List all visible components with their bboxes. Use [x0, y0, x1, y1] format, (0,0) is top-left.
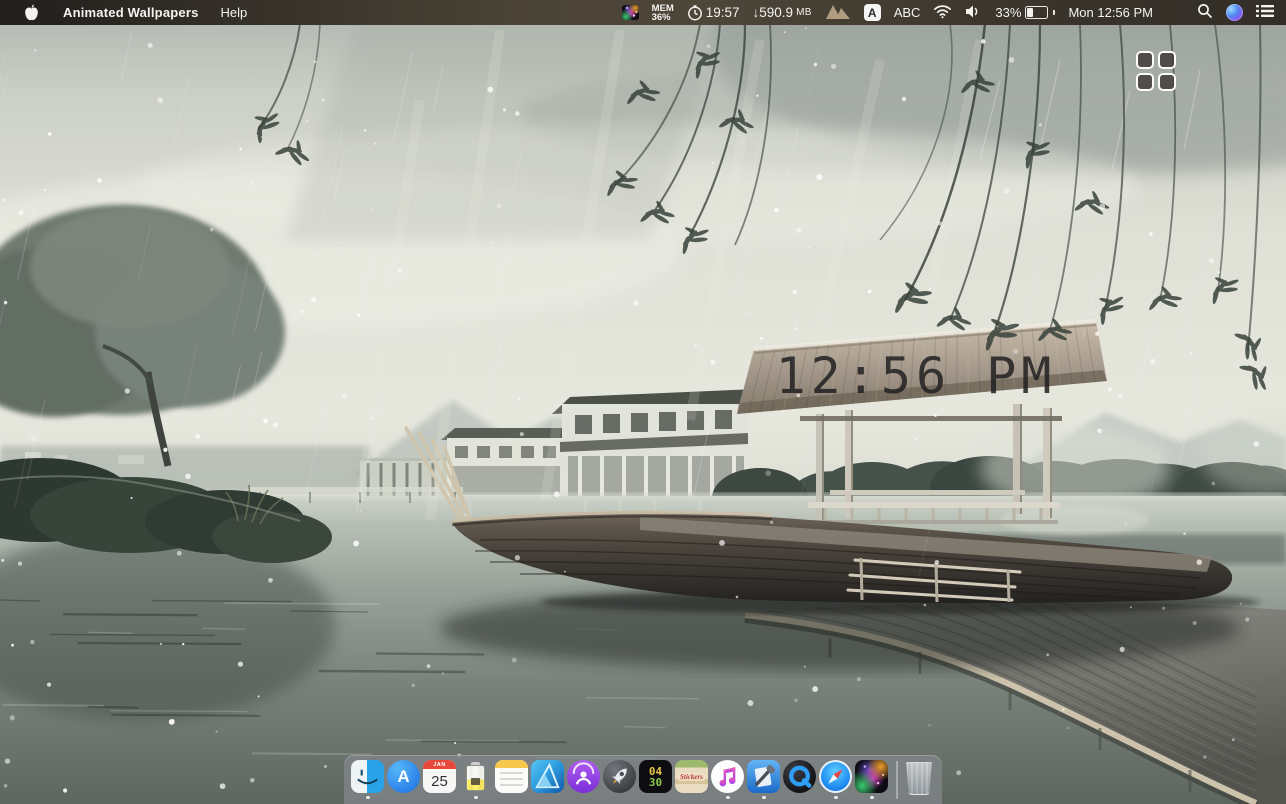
- network-value: ↓590.9: [753, 5, 794, 20]
- dock-finder[interactable]: [351, 760, 385, 800]
- menubar-app-name[interactable]: Animated Wallpapers: [63, 5, 199, 20]
- dock-quicktime[interactable]: [783, 760, 817, 800]
- dock-animated-wallpapers[interactable]: [855, 760, 889, 800]
- notification-list-icon[interactable]: [1256, 4, 1274, 21]
- dock-podcasts[interactable]: [567, 760, 601, 800]
- dock-app-store[interactable]: A: [387, 760, 421, 800]
- calendar-month: JAN: [423, 760, 456, 769]
- mem-value: 36%: [652, 13, 671, 22]
- wallpaper-lake-scene: 12:56 PM: [0, 0, 1286, 804]
- dock-calendar[interactable]: JAN 25: [423, 760, 457, 800]
- dock-itunes[interactable]: [711, 760, 745, 800]
- dock-date-countdown[interactable]: 04 30: [639, 760, 673, 800]
- wallpaper-clock: 12:56 PM: [776, 347, 1057, 405]
- animated-wallpapers-status-icon[interactable]: [622, 5, 639, 20]
- dock-trash[interactable]: [905, 760, 939, 800]
- siri-icon[interactable]: [1226, 4, 1243, 21]
- dock-affinity-designer[interactable]: [531, 760, 565, 800]
- input-source-badge[interactable]: A: [864, 4, 881, 21]
- menu-help[interactable]: Help: [221, 5, 248, 20]
- dock-xcode[interactable]: [747, 760, 781, 800]
- rocket-icon: [603, 760, 636, 793]
- finder-face-icon: [351, 760, 384, 793]
- dock-safari[interactable]: [819, 760, 853, 800]
- clock-icon: [687, 5, 703, 21]
- grid-cell: [1158, 51, 1176, 69]
- uptime-value: 19:57: [706, 5, 740, 20]
- volume-icon[interactable]: [965, 4, 982, 22]
- dock-notes[interactable]: [495, 760, 529, 800]
- running-indicator: [366, 796, 370, 800]
- network-unit: MB: [796, 7, 812, 18]
- wifi-icon[interactable]: [933, 4, 952, 22]
- quicktime-q-icon: [783, 760, 816, 793]
- apple-menu-icon[interactable]: [24, 4, 39, 21]
- dock-separator: [896, 761, 898, 799]
- dock-battery-utility[interactable]: [459, 760, 493, 800]
- trash-icon: [905, 762, 933, 795]
- uptime-status[interactable]: 19:57: [687, 5, 740, 21]
- running-indicator: [834, 796, 838, 800]
- date-app-top: 04: [649, 766, 662, 777]
- running-indicator: [762, 796, 766, 800]
- grid-cell: [1136, 51, 1154, 69]
- app-grid-widget[interactable]: [1136, 51, 1182, 95]
- battery-percent: 33%: [995, 5, 1021, 20]
- grid-cell: [1136, 73, 1154, 91]
- running-indicator: [474, 796, 478, 800]
- notes-icon: [495, 760, 528, 793]
- menubar-clock[interactable]: Mon 12:56 PM: [1068, 5, 1153, 20]
- desktop-screen: 12:56 PM: [0, 0, 1286, 804]
- battery-icon: [1025, 6, 1048, 19]
- running-indicator: [726, 796, 730, 800]
- app-store-letter: A: [397, 767, 409, 787]
- memory-status[interactable]: MEM 36%: [652, 4, 674, 22]
- input-source-name[interactable]: ABC: [894, 5, 921, 20]
- calendar-day: 25: [423, 769, 456, 793]
- safari-compass-icon: [821, 762, 850, 791]
- stickers-label: Stickers: [678, 773, 705, 781]
- podcasts-icon: [567, 760, 600, 793]
- xcode-icon: [747, 760, 780, 793]
- menu-bar: Animated Wallpapers Help MEM 36% 19:57 ↓…: [0, 0, 1286, 25]
- dock-stickers[interactable]: Stickers: [675, 760, 709, 800]
- music-note-icon: [711, 760, 744, 793]
- network-status[interactable]: ↓590.9 MB: [753, 5, 812, 20]
- mountain-status-icon[interactable]: [825, 3, 851, 22]
- battery-status[interactable]: 33%: [995, 5, 1055, 20]
- running-indicator: [870, 796, 874, 800]
- spotlight-icon[interactable]: [1197, 3, 1213, 22]
- dock-rocket[interactable]: [603, 760, 637, 800]
- affinity-designer-icon: [531, 760, 564, 793]
- dock: A JAN 25: [344, 755, 942, 804]
- grid-cell: [1158, 73, 1176, 91]
- date-app-bottom: 30: [649, 777, 662, 788]
- galaxy-icon: [855, 760, 888, 793]
